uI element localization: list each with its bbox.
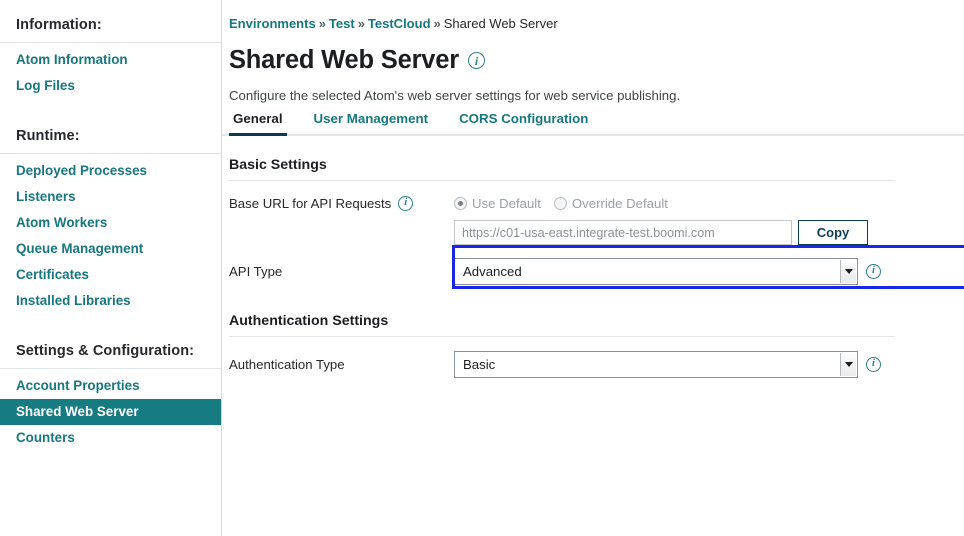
tab-general[interactable]: General xyxy=(229,111,287,136)
sidebar-item-deployed-processes[interactable]: Deployed Processes xyxy=(0,158,221,184)
page-subtitle: Configure the selected Atom's web server… xyxy=(229,88,681,103)
sidebar-item-log-files[interactable]: Log Files xyxy=(0,73,221,99)
sidebar: Information: Atom Information Log Files … xyxy=(0,0,222,536)
field-label-base-url: Base URL for API Requests i xyxy=(229,195,454,211)
authentication-type-controls: Basic i xyxy=(454,351,881,378)
radio-label-use-default: Use Default xyxy=(472,195,541,211)
info-icon[interactable]: i xyxy=(866,264,881,279)
breadcrumb-separator: » xyxy=(357,16,365,31)
info-icon[interactable]: i xyxy=(866,357,881,372)
sidebar-item-installed-libraries[interactable]: Installed Libraries xyxy=(0,288,221,314)
api-type-controls: Advanced i xyxy=(454,258,881,285)
page-title-row: Shared Web Server i xyxy=(222,32,964,75)
main-content: Environments» Test» TestCloud» Shared Web S… xyxy=(222,0,964,536)
sidebar-heading-information: Information: xyxy=(0,8,221,43)
radio-option-override-default[interactable]: Override Default xyxy=(553,195,668,211)
sidebar-item-listeners[interactable]: Listeners xyxy=(0,184,221,210)
base-url-input-row: Copy xyxy=(454,213,868,245)
breadcrumb-current: Shared Web Server xyxy=(443,16,558,31)
breadcrumb-link-environments[interactable]: Environments xyxy=(229,16,316,31)
app-root: Information: Atom Information Log Files … xyxy=(0,0,964,536)
radio-icon-override-default[interactable] xyxy=(553,196,567,210)
radio-option-use-default[interactable]: Use Default xyxy=(454,196,541,211)
breadcrumb: Environments» Test» TestCloud» Shared Web S… xyxy=(222,0,964,32)
tab-cors-configuration[interactable]: CORS Configuration xyxy=(455,111,592,136)
section-title-authentication-settings: Authentication Settings xyxy=(229,313,389,329)
sidebar-item-atom-workers[interactable]: Atom Workers xyxy=(0,210,221,236)
authentication-type-select[interactable]: Basic xyxy=(454,351,858,378)
settings-form: Basic Settings Base URL for API Requests… xyxy=(222,136,964,378)
chevron-down-glyph xyxy=(844,362,853,367)
page-title: Shared Web Server xyxy=(229,46,459,74)
sidebar-item-shared-web-server[interactable]: Shared Web Server xyxy=(0,399,221,425)
radio-label-override-default: Override Default xyxy=(571,195,668,211)
field-label-text: Base URL for API Requests xyxy=(229,195,392,211)
breadcrumb-separator: » xyxy=(433,16,441,31)
base-url-controls: Use Default Override Default xyxy=(454,193,668,213)
breadcrumb-link-testcloud[interactable]: TestCloud xyxy=(368,16,431,31)
base-url-input[interactable] xyxy=(454,220,792,245)
tab-user-management[interactable]: User Management xyxy=(310,111,433,136)
field-row-base-url: Base URL for API Requests i Use Default … xyxy=(229,181,964,213)
radio-group-base-url: Use Default Override Default xyxy=(454,193,668,213)
authentication-type-value: Basic xyxy=(463,357,496,372)
copy-button[interactable]: Copy xyxy=(798,220,868,245)
info-icon[interactable]: i xyxy=(468,52,485,69)
breadcrumb-link-test[interactable]: Test xyxy=(329,16,355,31)
field-row-base-url-value: Copy xyxy=(229,213,964,245)
chevron-down-icon[interactable] xyxy=(840,353,856,376)
api-type-select[interactable]: Advanced xyxy=(454,258,858,285)
field-row-api-type: API Type Advanced i xyxy=(229,245,964,285)
section-title-basic-settings: Basic Settings xyxy=(229,157,327,173)
api-type-value: Advanced xyxy=(463,264,522,279)
breadcrumb-separator: » xyxy=(318,16,326,31)
sidebar-heading-settings-configuration: Settings & Configuration: xyxy=(0,334,221,369)
sidebar-item-counters[interactable]: Counters xyxy=(0,425,221,451)
radio-icon-use-default[interactable] xyxy=(454,196,467,210)
chevron-down-icon[interactable] xyxy=(840,260,856,283)
field-label-api-type: API Type xyxy=(229,264,283,279)
sidebar-item-account-properties[interactable]: Account Properties xyxy=(0,373,221,399)
chevron-down-glyph xyxy=(844,269,853,274)
field-label-authentication-type: Authentication Type xyxy=(229,357,345,372)
sidebar-item-atom-information[interactable]: Atom Information xyxy=(0,47,221,73)
info-icon[interactable]: i xyxy=(398,195,414,211)
sidebar-item-queue-management[interactable]: Queue Management xyxy=(0,236,221,262)
tab-bar: General User Management CORS Configurati… xyxy=(222,103,964,136)
sidebar-item-certificates[interactable]: Certificates xyxy=(0,262,221,288)
field-row-authentication-type: Authentication Type Basic i xyxy=(229,337,964,378)
sidebar-heading-runtime: Runtime: xyxy=(0,119,221,154)
